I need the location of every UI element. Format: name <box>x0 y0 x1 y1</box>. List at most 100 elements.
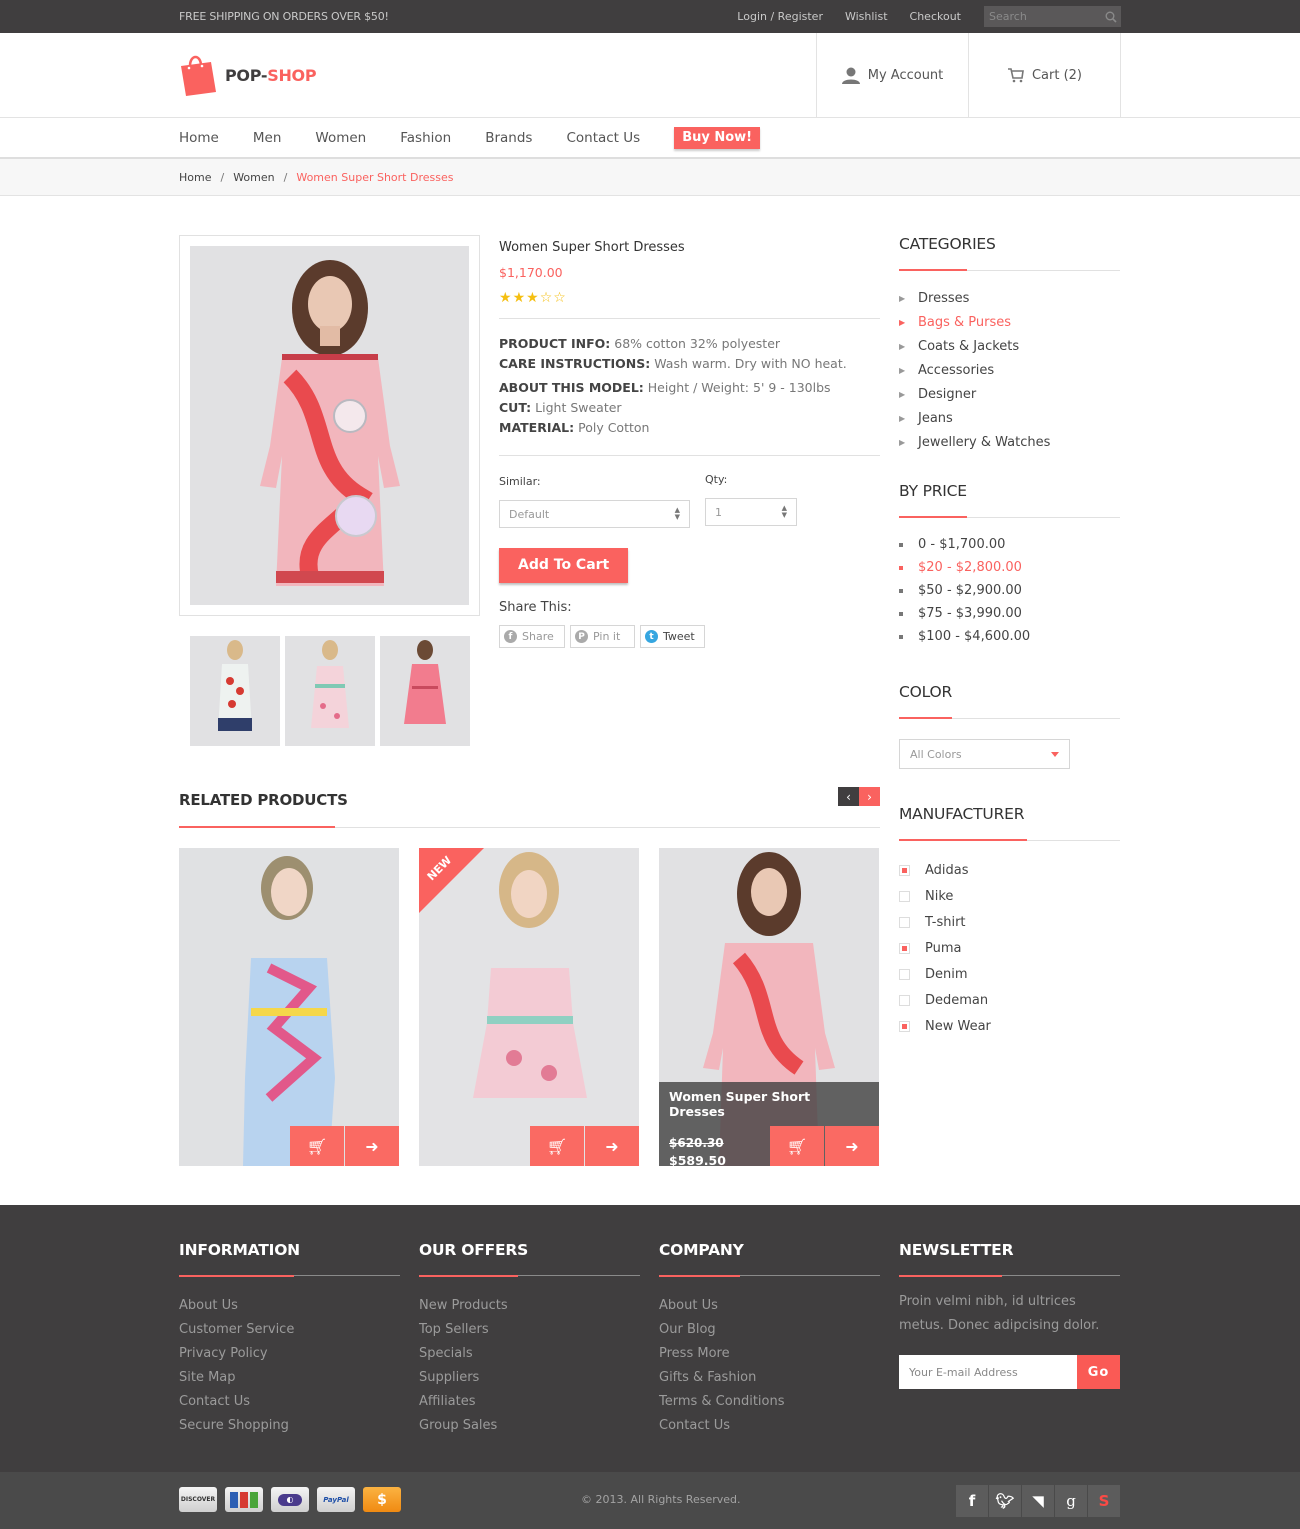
category-item[interactable]: ▶ Jeans <box>899 406 1120 430</box>
checkout-link[interactable]: Checkout <box>910 10 961 23</box>
category-item[interactable]: ▶ Designer <box>899 382 1120 406</box>
facebook-share-button[interactable]: f Share <box>499 625 565 648</box>
carousel-next-button[interactable]: › <box>859 787 880 806</box>
category-item[interactable]: ▶ Jewellery & Watches <box>899 430 1120 454</box>
manufacturer-item[interactable]: T-shirt <box>899 909 1120 935</box>
product-card-title[interactable]: Women Super Short Dresses <box>669 1089 869 1119</box>
nav-fashion[interactable]: Fashion <box>400 130 451 146</box>
my-account-button[interactable]: My Account <box>816 33 968 117</box>
footer-link[interactable]: Suppliers <box>419 1365 640 1389</box>
manufacturer-item[interactable]: Puma <box>899 935 1120 961</box>
footer-link[interactable]: About Us <box>179 1293 400 1317</box>
star-filled-icon[interactable]: ★ <box>499 290 513 306</box>
footer-link[interactable]: Contact Us <box>179 1389 400 1413</box>
price-filter-item[interactable]: $20 - $2,800.00 <box>899 556 1120 579</box>
newsletter-go-button[interactable]: Go <box>1077 1355 1120 1389</box>
google-icon[interactable]: g <box>1055 1485 1087 1517</box>
add-to-cart-button[interactable]: Add To Cart <box>499 548 629 583</box>
product-card[interactable]: 🛒︎ ➜ <box>179 848 399 1166</box>
footer-link[interactable]: Gifts & Fashion <box>659 1365 880 1389</box>
skype-icon[interactable]: S <box>1088 1485 1120 1517</box>
pinterest-pin-button[interactable]: P Pin it <box>570 625 635 648</box>
footer-link[interactable]: New Products <box>419 1293 640 1317</box>
price-filter-item[interactable]: $75 - $3,990.00 <box>899 602 1120 625</box>
thumbnail-1[interactable] <box>190 636 280 746</box>
view-details-icon[interactable]: ➜ <box>345 1126 399 1166</box>
category-item[interactable]: ▶ Dresses <box>899 286 1120 310</box>
manufacturer-item[interactable]: Denim <box>899 961 1120 987</box>
star-empty-icon[interactable]: ☆ <box>553 290 567 306</box>
view-details-icon[interactable]: ➜ <box>585 1126 639 1166</box>
add-to-cart-icon[interactable]: 🛒︎ <box>770 1126 824 1166</box>
product-card[interactable]: Women Super Short Dresses $620.30 $589.5… <box>659 848 879 1166</box>
price-filter-item[interactable]: 0 - $1,700.00 <box>899 533 1120 556</box>
price-filter-item[interactable]: $100 - $4,600.00 <box>899 625 1120 648</box>
twitter-icon[interactable]: 🐦︎ <box>989 1485 1021 1517</box>
footer-link[interactable]: Privacy Policy <box>179 1341 400 1365</box>
carousel-prev-button[interactable]: ‹ <box>838 787 859 806</box>
thumbnail-3[interactable] <box>380 636 470 746</box>
rating-stars[interactable]: ★★★☆☆ <box>499 290 880 306</box>
twitter-tweet-button[interactable]: t Tweet <box>640 625 705 648</box>
footer-link[interactable]: Top Sellers <box>419 1317 640 1341</box>
footer-link[interactable]: Our Blog <box>659 1317 880 1341</box>
manufacturer-item[interactable]: Adidas <box>899 857 1120 883</box>
add-to-cart-icon[interactable]: 🛒︎ <box>290 1126 344 1166</box>
category-item[interactable]: ▶ Bags & Purses <box>899 310 1120 334</box>
facebook-icon[interactable]: f <box>956 1485 988 1517</box>
star-empty-icon[interactable]: ☆ <box>540 290 554 306</box>
similar-label: Similar: <box>499 475 541 488</box>
color-select[interactable]: All Colors <box>899 739 1070 769</box>
footer-link[interactable]: Group Sales <box>419 1413 640 1437</box>
checkbox[interactable] <box>899 890 910 902</box>
star-filled-icon[interactable]: ★ <box>513 290 527 306</box>
checkbox[interactable] <box>899 994 910 1006</box>
logo[interactable]: POP-SHOP <box>179 52 816 98</box>
breadcrumb-women[interactable]: Women <box>233 171 274 184</box>
view-details-icon[interactable]: ➜ <box>825 1126 879 1166</box>
rss-icon[interactable]: ◥ <box>1022 1485 1054 1517</box>
breadcrumb-home[interactable]: Home <box>179 171 211 184</box>
search-input[interactable] <box>989 10 1105 23</box>
product-card[interactable]: NEW 🛒︎ ➜ <box>419 848 639 1166</box>
dress-illustration <box>190 246 469 605</box>
star-filled-icon[interactable]: ★ <box>526 290 540 306</box>
checkbox[interactable] <box>899 942 910 954</box>
stepper-arrows-icon[interactable]: ▲ ▼ <box>782 505 787 519</box>
buy-now-button[interactable]: Buy Now! <box>674 126 761 149</box>
category-item[interactable]: ▶ Coats & Jackets <box>899 334 1120 358</box>
manufacturer-item[interactable]: Dedeman <box>899 987 1120 1013</box>
checkbox[interactable] <box>899 968 910 980</box>
checkbox[interactable] <box>899 916 910 928</box>
wishlist-link[interactable]: Wishlist <box>845 10 888 23</box>
nav-men[interactable]: Men <box>253 130 282 146</box>
main-product-image[interactable] <box>179 235 480 616</box>
footer-link[interactable]: Secure Shopping <box>179 1413 400 1437</box>
newsletter-email-input[interactable] <box>899 1355 1077 1389</box>
nav-women[interactable]: Women <box>315 130 366 146</box>
checkbox[interactable] <box>899 864 910 876</box>
add-to-cart-icon[interactable]: 🛒︎ <box>530 1126 584 1166</box>
footer-link[interactable]: About Us <box>659 1293 880 1317</box>
footer-link[interactable]: Contact Us <box>659 1413 880 1437</box>
login-register-link[interactable]: Login / Register <box>737 10 823 23</box>
footer-link[interactable]: Specials <box>419 1341 640 1365</box>
category-item[interactable]: ▶ Accessories <box>899 358 1120 382</box>
similar-select[interactable]: Default ▲ ▼ <box>499 500 690 528</box>
nav-home[interactable]: Home <box>179 130 219 146</box>
price-filter-item[interactable]: $50 - $2,900.00 <box>899 579 1120 602</box>
qty-stepper[interactable]: 1 ▲ ▼ <box>705 498 797 526</box>
nav-brands[interactable]: Brands <box>485 130 532 146</box>
manufacturer-item[interactable]: New Wear <box>899 1013 1120 1039</box>
footer-link[interactable]: Terms & Conditions <box>659 1389 880 1413</box>
footer-link[interactable]: Affiliates <box>419 1389 640 1413</box>
footer-link[interactable]: Site Map <box>179 1365 400 1389</box>
footer-link[interactable]: Press More <box>659 1341 880 1365</box>
footer-link[interactable]: Customer Service <box>179 1317 400 1341</box>
search-icon[interactable] <box>1105 11 1117 23</box>
nav-contact-us[interactable]: Contact Us <box>566 130 640 146</box>
manufacturer-item[interactable]: Nike <box>899 883 1120 909</box>
thumbnail-2[interactable] <box>285 636 375 746</box>
checkbox[interactable] <box>899 1020 910 1032</box>
cart-button[interactable]: Cart (2) <box>968 33 1121 117</box>
